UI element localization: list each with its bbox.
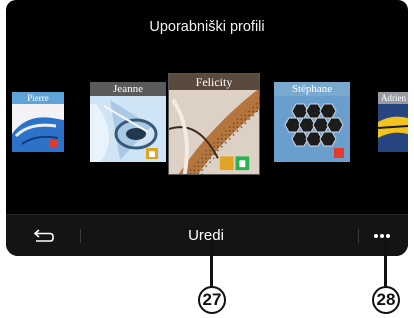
profile-card-felicity[interactable]: Felicity [168, 73, 260, 175]
profile-name: Stéphane [274, 82, 350, 96]
bottom-bar: Uredi [6, 214, 408, 256]
profile-screen: Uporabniški profili Pierre Jeanne Felici… [6, 0, 408, 256]
edit-button[interactable]: Uredi [166, 224, 246, 248]
back-button[interactable] [30, 226, 58, 246]
callout-leader-line [210, 240, 213, 288]
profile-image [90, 96, 166, 162]
profile-name: Adrien [378, 92, 408, 104]
callout-leader-line [384, 240, 387, 288]
profile-name: Felicity [169, 74, 259, 90]
profile-card-pierre[interactable]: Pierre [12, 92, 64, 152]
profile-image [378, 104, 408, 152]
callout-number: 28 [372, 286, 400, 314]
screen-title: Uporabniški profili [149, 19, 265, 35]
profile-name: Jeanne [90, 82, 166, 96]
profile-image [169, 90, 259, 174]
profile-card-adrien[interactable]: Adrien [378, 92, 408, 152]
bar-divider [358, 229, 359, 243]
more-dots-icon [380, 234, 384, 238]
callout-number: 27 [198, 286, 226, 314]
more-dots-icon [374, 234, 378, 238]
bar-divider [80, 229, 81, 243]
back-arrow-icon [33, 229, 54, 242]
profile-image [274, 96, 350, 162]
profile-card-jeanne[interactable]: Jeanne [90, 82, 166, 162]
more-dots-icon [386, 234, 390, 238]
profile-card-stephane[interactable]: Stéphane [274, 82, 350, 162]
profile-image [12, 104, 64, 152]
more-options-button[interactable] [372, 229, 392, 241]
profile-name: Pierre [12, 92, 64, 104]
